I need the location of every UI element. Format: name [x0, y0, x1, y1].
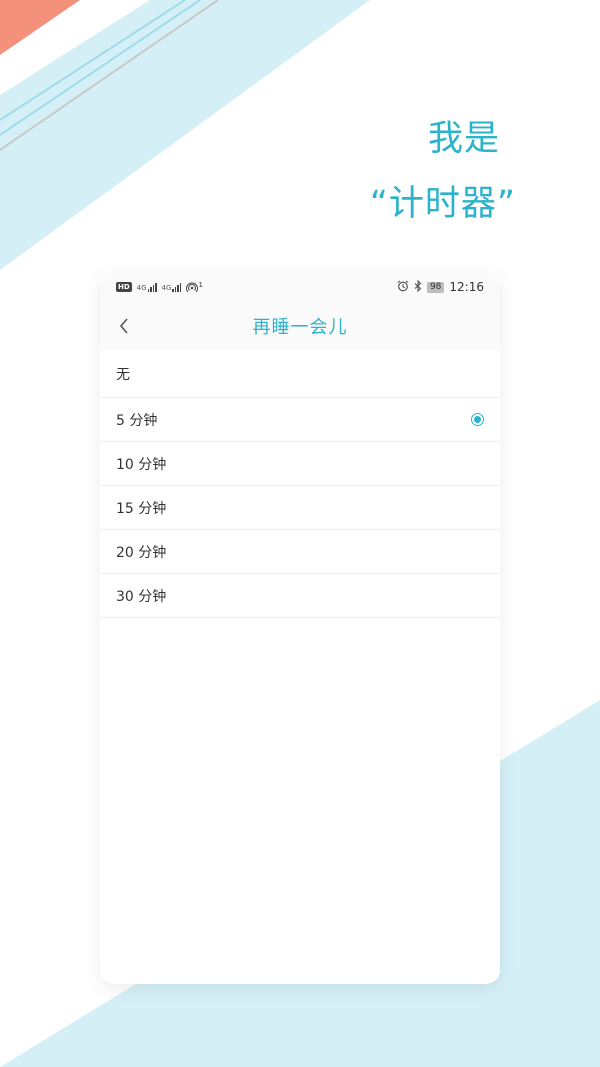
option-label: 15 分钟	[116, 500, 167, 517]
signal-icon: 4G	[136, 282, 157, 292]
hd-badge: HD	[116, 282, 132, 292]
page-title: 再睡一会儿	[252, 317, 348, 338]
battery-indicator: 98	[426, 281, 445, 293]
back-button[interactable]	[110, 312, 138, 340]
signal-icon-2: 4G	[161, 282, 182, 292]
snooze-options-list: 无 5 分钟 10 分钟 15 分钟 20 分钟 30 分钟	[100, 350, 500, 618]
option-30-min[interactable]: 30 分钟	[100, 574, 500, 618]
option-label: 30 分钟	[116, 588, 167, 605]
option-label: 5 分钟	[116, 412, 158, 429]
option-label: 10 分钟	[116, 456, 167, 473]
phone-screen: HD 4G 4G 1 98 12:16 再睡一会儿 无 5 分钟 10 分钟 1…	[100, 272, 500, 984]
hotspot-icon: 1	[186, 281, 203, 293]
bluetooth-icon	[414, 279, 422, 295]
promo-line-1: 我是	[427, 119, 500, 159]
chevron-left-icon	[119, 318, 128, 334]
sim2-label: 4G	[161, 283, 172, 292]
option-5-min[interactable]: 5 分钟	[100, 398, 500, 442]
hotspot-count: 1	[198, 281, 203, 289]
option-15-min[interactable]: 15 分钟	[100, 486, 500, 530]
app-bar: 再睡一会儿	[100, 302, 500, 350]
status-bar-left: HD 4G 4G 1	[116, 281, 203, 293]
promo-line-2: “计时器”	[369, 184, 516, 224]
clock-time: 12:16	[449, 280, 484, 294]
option-10-min[interactable]: 10 分钟	[100, 442, 500, 486]
status-bar-right: 98 12:16	[397, 279, 484, 295]
sim1-label: 4G	[136, 283, 147, 292]
option-label: 无	[116, 366, 130, 383]
option-none[interactable]: 无	[100, 350, 500, 398]
radio-selected-icon[interactable]	[471, 413, 484, 426]
status-bar: HD 4G 4G 1 98 12:16	[100, 272, 500, 302]
alarm-icon	[397, 280, 409, 295]
option-20-min[interactable]: 20 分钟	[100, 530, 500, 574]
option-label: 20 分钟	[116, 544, 167, 561]
